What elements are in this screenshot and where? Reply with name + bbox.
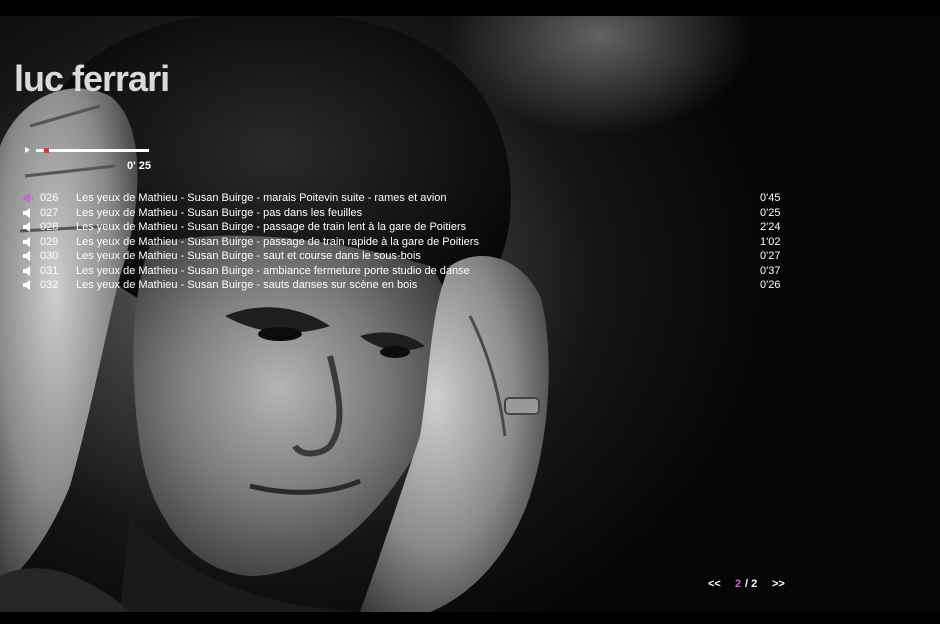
speaker-icon[interactable] (23, 222, 34, 232)
track-title[interactable]: Les yeux de Mathieu - Susan Buirge - sau… (76, 249, 421, 263)
track-duration: 0'25 (760, 206, 781, 219)
track-number: 032 (40, 279, 59, 291)
track-duration: 1'02 (760, 235, 781, 248)
speaker-icon[interactable] (23, 265, 34, 276)
elapsed-time: 0' 25 (127, 160, 152, 172)
previous-page-link[interactable]: << (708, 578, 721, 590)
speaker-icon[interactable] (23, 236, 34, 247)
stage: luc ferrari 0' 25 026 Les yeux de Mathieu… (0, 16, 940, 612)
track-number: 026 (40, 192, 59, 204)
track-row[interactable]: 026 Les yeux de Mathieu - Susan Buirge - … (22, 191, 802, 206)
track-duration: 0'26 (760, 279, 781, 291)
speaker-icon[interactable] (23, 280, 34, 290)
page-title: luc ferrari (14, 58, 170, 99)
speaker-icon[interactable] (23, 193, 34, 203)
track-number: 027 (40, 206, 59, 219)
play-icon[interactable] (25, 147, 30, 153)
track-title[interactable]: Les yeux de Mathieu - Susan Buirge - pas… (76, 220, 466, 234)
track-duration: 2'24 (760, 221, 781, 233)
track-row[interactable]: 032 Les yeux de Mathieu - Susan Buirge - … (22, 278, 802, 293)
progress-handle[interactable] (44, 148, 50, 153)
speaker-icon[interactable] (23, 251, 34, 261)
track-title[interactable]: Les yeux de Mathieu - Susan Buirge - amb… (76, 264, 470, 278)
next-page-link[interactable]: >> (772, 578, 785, 590)
track-number: 030 (40, 250, 59, 262)
track-duration: 0'27 (760, 250, 781, 262)
track-title[interactable]: Les yeux de Mathieu - Susan Buirge - pas… (76, 206, 362, 220)
current-page: 2 (735, 578, 742, 590)
speaker-icon[interactable] (23, 207, 34, 218)
track-list: 026 Les yeux de Mathieu - Susan Buirge - … (22, 191, 802, 293)
track-number: 031 (40, 264, 59, 277)
progress-bar[interactable] (36, 148, 149, 153)
track-row[interactable]: 030 Les yeux de Mathieu - Susan Buirge - … (22, 249, 802, 264)
track-number: 029 (40, 235, 59, 248)
track-number: 028 (40, 221, 59, 233)
track-row[interactable]: 028 Les yeux de Mathieu - Susan Buirge - … (22, 220, 802, 235)
track-row[interactable]: 029 Les yeux de Mathieu - Susan Buirge - … (22, 235, 802, 250)
background-photo (0, 16, 549, 612)
track-title[interactable]: Les yeux de Mathieu - Susan Buirge - mar… (76, 191, 447, 205)
track-title[interactable]: Les yeux de Mathieu - Susan Buirge - sau… (76, 278, 417, 292)
total-pages: / 2 (745, 578, 758, 590)
track-row[interactable]: 031 Les yeux de Mathieu - Susan Buirge - … (22, 264, 802, 279)
track-duration: 0'37 (760, 264, 781, 277)
track-row[interactable]: 027 Les yeux de Mathieu - Susan Buirge - … (22, 206, 802, 221)
track-duration: 0'45 (760, 192, 781, 204)
track-title[interactable]: Les yeux de Mathieu - Susan Buirge - pas… (76, 235, 479, 249)
